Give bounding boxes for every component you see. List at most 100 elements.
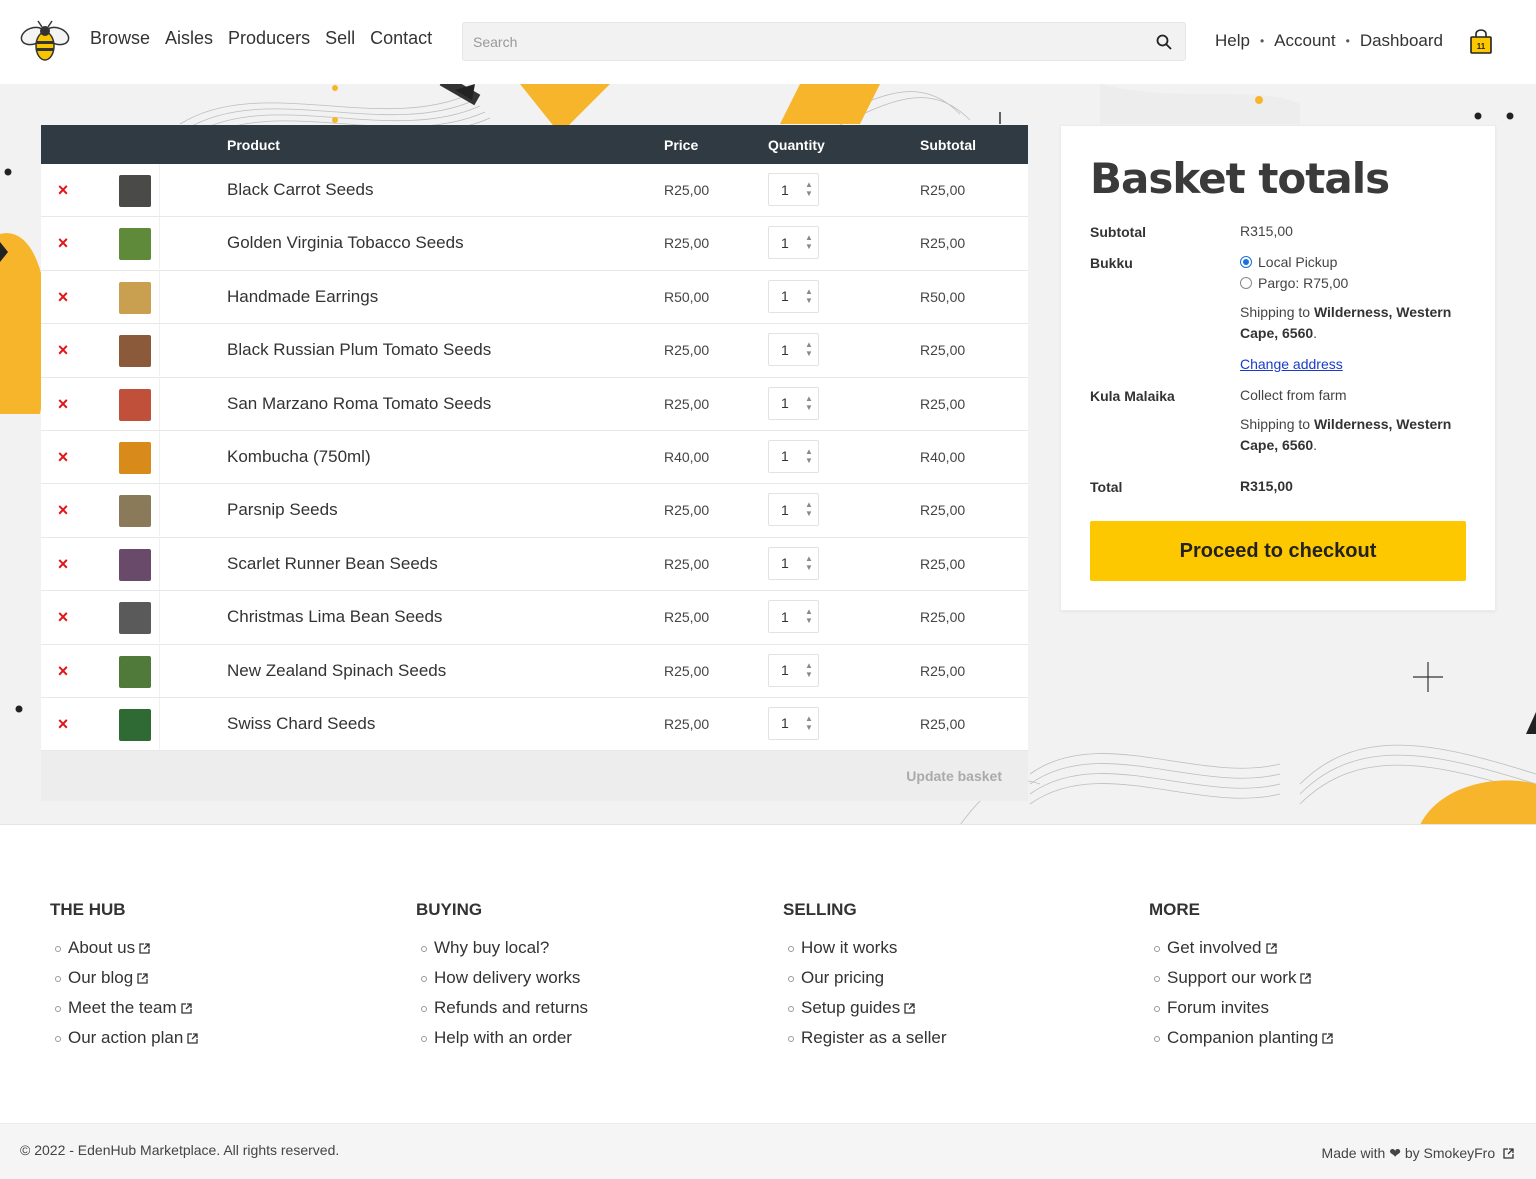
- remove-item-button[interactable]: ×: [55, 395, 71, 413]
- nav-producers[interactable]: Producers: [228, 28, 310, 49]
- product-thumbnail[interactable]: [119, 441, 151, 474]
- product-name-link[interactable]: Christmas Lima Bean Seeds: [227, 607, 442, 627]
- footer-link[interactable]: Our blog: [50, 968, 198, 998]
- remove-item-button[interactable]: ×: [55, 501, 71, 519]
- remove-item-button[interactable]: ×: [55, 234, 71, 252]
- product-name-link[interactable]: Swiss Chard Seeds: [227, 714, 375, 734]
- nav-aisles[interactable]: Aisles: [165, 28, 213, 49]
- product-name-link[interactable]: Kombucha (750ml): [227, 447, 371, 467]
- total-value: R315,00: [1240, 478, 1293, 494]
- stepper-arrows-icon[interactable]: ▲ ▼: [804, 340, 814, 360]
- product-name-link[interactable]: Black Carrot Seeds: [227, 180, 373, 200]
- search-input[interactable]: [463, 23, 1143, 60]
- remove-item-button[interactable]: ×: [55, 448, 71, 466]
- product-thumbnail[interactable]: [119, 175, 151, 207]
- column-divider: [159, 377, 160, 430]
- quantity-input[interactable]: [769, 440, 799, 472]
- quantity-input[interactable]: [769, 601, 799, 633]
- product-name-link[interactable]: San Marzano Roma Tomato Seeds: [227, 394, 491, 414]
- shopping-bag-icon[interactable]: 11: [1469, 29, 1493, 55]
- product-name-link[interactable]: New Zealand Spinach Seeds: [227, 661, 446, 681]
- footer-link[interactable]: Why buy local?: [416, 938, 588, 968]
- stepper-arrows-icon[interactable]: ▲ ▼: [804, 180, 814, 200]
- remove-item-button[interactable]: ×: [55, 288, 71, 306]
- product-thumbnail[interactable]: [119, 548, 151, 581]
- made-with-credit[interactable]: Made with ❤ by SmokeyFro: [1322, 1145, 1514, 1162]
- footer-link[interactable]: Our action plan: [50, 1028, 198, 1058]
- quantity-input[interactable]: [769, 654, 799, 686]
- product-thumbnail[interactable]: [119, 228, 151, 261]
- product-name-link[interactable]: Scarlet Runner Bean Seeds: [227, 554, 438, 574]
- footer-link[interactable]: Setup guides: [783, 998, 947, 1028]
- footer-link[interactable]: Meet the team: [50, 998, 198, 1028]
- external-link-icon: [1503, 1148, 1514, 1159]
- quantity-input[interactable]: [769, 280, 799, 312]
- remove-item-button[interactable]: ×: [55, 181, 71, 199]
- stepper-arrows-icon[interactable]: ▲ ▼: [804, 394, 814, 414]
- footer-link[interactable]: Register as a seller: [783, 1028, 947, 1058]
- product-thumbnail[interactable]: [119, 495, 151, 528]
- proceed-to-checkout-button[interactable]: Proceed to checkout: [1090, 521, 1466, 581]
- bottom-bar: © 2022 - EdenHub Marketplace. All rights…: [0, 1123, 1536, 1179]
- product-price: R25,00: [664, 609, 710, 626]
- footer-link[interactable]: How delivery works: [416, 968, 588, 998]
- footer-column-title: BUYING: [416, 900, 483, 919]
- stepper-arrows-icon[interactable]: ▲ ▼: [804, 661, 814, 681]
- footer-link[interactable]: Companion planting: [1149, 1028, 1333, 1058]
- footer-link[interactable]: Our pricing: [783, 968, 947, 998]
- nav-contact[interactable]: Contact: [370, 28, 432, 49]
- remove-item-button[interactable]: ×: [55, 608, 71, 626]
- stepper-arrows-icon[interactable]: ▲ ▼: [804, 714, 814, 734]
- stepper-arrows-icon[interactable]: ▲ ▼: [804, 607, 814, 627]
- footer-link[interactable]: Support our work: [1149, 968, 1333, 998]
- radio-unselected[interactable]: [1240, 277, 1252, 289]
- quantity-input[interactable]: [769, 494, 799, 526]
- footer-link[interactable]: Get involved: [1149, 938, 1333, 968]
- external-link-icon: [187, 1033, 198, 1044]
- footer-link[interactable]: How it works: [783, 938, 947, 968]
- nav-browse[interactable]: Browse: [90, 28, 150, 49]
- shipping-option-local-pickup[interactable]: Local Pickup: [1240, 252, 1348, 273]
- nav-account[interactable]: Account: [1274, 31, 1335, 51]
- product-subtotal: R25,00: [920, 662, 966, 679]
- product-thumbnail[interactable]: [119, 335, 151, 368]
- update-basket-button[interactable]: Update basket: [906, 768, 1002, 784]
- remove-item-button[interactable]: ×: [55, 662, 71, 680]
- quantity-input[interactable]: [769, 547, 799, 579]
- product-thumbnail[interactable]: [119, 281, 151, 314]
- quantity-input[interactable]: [769, 387, 799, 419]
- bee-logo-icon[interactable]: [18, 20, 72, 64]
- quantity-input[interactable]: [769, 227, 799, 259]
- product-name-link[interactable]: Golden Virginia Tobacco Seeds: [227, 233, 464, 253]
- product-thumbnail[interactable]: [119, 602, 151, 635]
- stepper-arrows-icon[interactable]: ▲ ▼: [804, 447, 814, 467]
- shipping-option-pargo[interactable]: Pargo: R75,00: [1240, 273, 1348, 294]
- stepper-arrows-icon[interactable]: ▲ ▼: [804, 287, 814, 307]
- remove-item-button[interactable]: ×: [55, 715, 71, 733]
- product-name-link[interactable]: Handmade Earrings: [227, 287, 378, 307]
- cart-table-header: Product Price Quantity Subtotal: [41, 125, 1028, 164]
- radio-selected[interactable]: [1240, 256, 1252, 268]
- footer-link[interactable]: Refunds and returns: [416, 998, 588, 1028]
- remove-item-button[interactable]: ×: [55, 341, 71, 359]
- product-name-link[interactable]: Parsnip Seeds: [227, 500, 338, 520]
- nav-dashboard[interactable]: Dashboard: [1360, 31, 1443, 51]
- footer-link[interactable]: About us: [50, 938, 198, 968]
- remove-item-button[interactable]: ×: [55, 555, 71, 573]
- footer-link[interactable]: Forum invites: [1149, 998, 1333, 1028]
- stepper-arrows-icon[interactable]: ▲ ▼: [804, 233, 814, 253]
- product-thumbnail[interactable]: [119, 708, 151, 741]
- product-thumbnail[interactable]: [119, 388, 151, 421]
- stepper-arrows-icon[interactable]: ▲ ▼: [804, 500, 814, 520]
- quantity-input[interactable]: [769, 334, 799, 366]
- change-address-link[interactable]: Change address: [1240, 356, 1343, 372]
- search-icon[interactable]: [1155, 33, 1173, 51]
- footer-link[interactable]: Help with an order: [416, 1028, 588, 1058]
- quantity-input[interactable]: [769, 707, 799, 739]
- nav-sell[interactable]: Sell: [325, 28, 355, 49]
- stepper-arrows-icon[interactable]: ▲ ▼: [804, 554, 814, 574]
- product-thumbnail[interactable]: [119, 655, 151, 688]
- nav-help[interactable]: Help: [1215, 31, 1250, 51]
- product-name-link[interactable]: Black Russian Plum Tomato Seeds: [227, 340, 491, 360]
- quantity-input[interactable]: [769, 174, 799, 205]
